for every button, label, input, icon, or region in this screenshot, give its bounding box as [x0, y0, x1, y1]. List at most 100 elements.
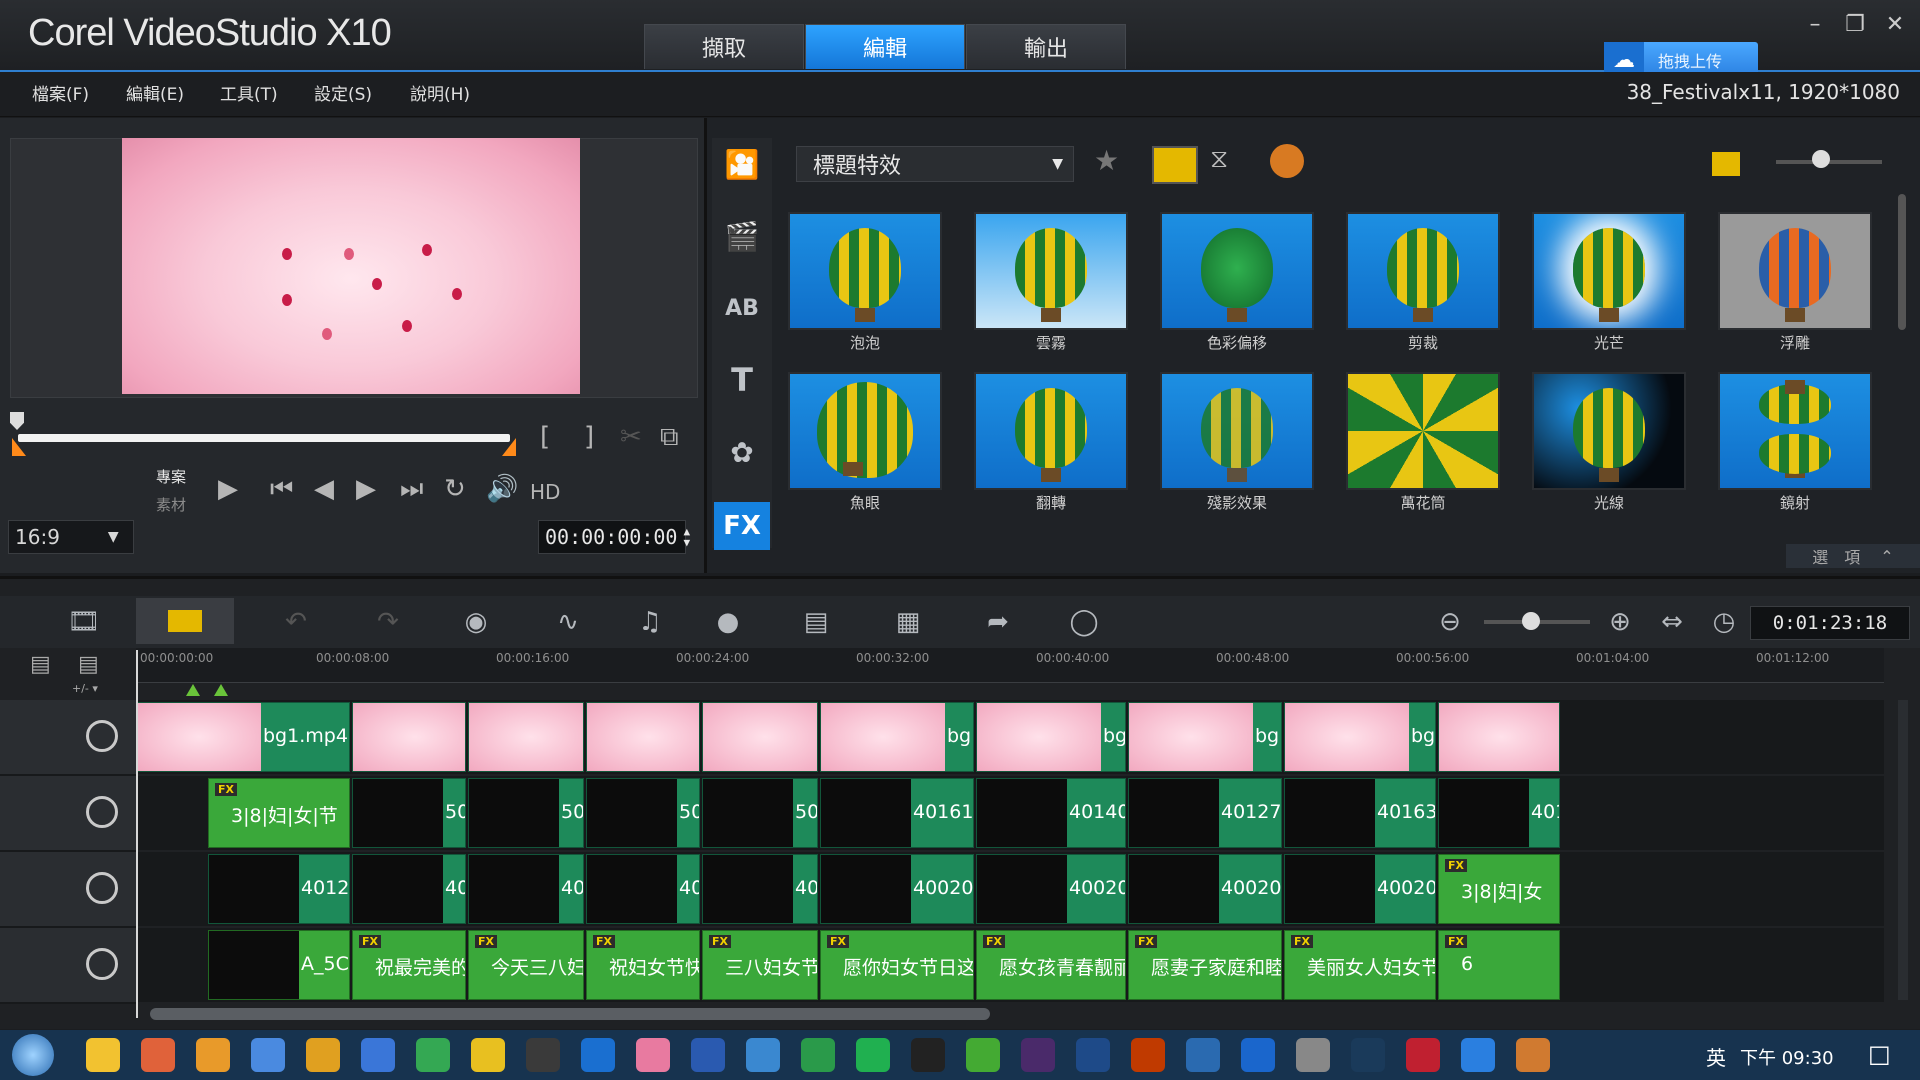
tab-share[interactable]: 輸出 [966, 24, 1126, 69]
taskbar-app-icon[interactable] [141, 1038, 175, 1072]
timeline-clip[interactable]: 501 [468, 778, 584, 848]
taskbar-app-icon[interactable] [196, 1038, 230, 1072]
taskbar-app-icon[interactable] [1186, 1038, 1220, 1072]
timeline-clip[interactable]: FX 愿女孩青春靓丽 [976, 930, 1126, 1000]
taskbar-app-icon[interactable] [526, 1038, 560, 1072]
track-header-overlay-2[interactable] [0, 852, 136, 928]
timeline-h-scrollbar[interactable] [150, 1008, 990, 1020]
taskbar-app-icon[interactable] [1516, 1038, 1550, 1072]
timeline-clip[interactable]: 401615~ [820, 778, 974, 848]
taskbar-app-icon[interactable] [966, 1038, 1000, 1072]
graphics-icon[interactable]: ✿ [716, 426, 768, 478]
close-icon[interactable]: ✕ [1880, 10, 1910, 40]
minimize-icon[interactable]: – [1800, 10, 1830, 40]
taskbar-app-icon[interactable] [1241, 1038, 1275, 1072]
taskbar-app-icon[interactable] [581, 1038, 615, 1072]
track-header-overlay-1[interactable] [0, 776, 136, 852]
timeline-clip[interactable]: 401230~1.PN [208, 854, 350, 924]
menu-edit[interactable]: 編輯(E) [126, 80, 184, 105]
track-manager-icon[interactable]: ▤ [30, 652, 51, 677]
timeline-clip[interactable]: b [702, 702, 818, 772]
timeline-clip[interactable]: 40 [586, 854, 700, 924]
thumb-size-slider-knob[interactable] [1812, 150, 1830, 168]
taskbar-app-icon[interactable] [1406, 1038, 1440, 1072]
time-remapping-icon[interactable]: ➦ [978, 604, 1018, 640]
effect-thumb[interactable] [1346, 212, 1500, 330]
get-more-icon[interactable] [1270, 144, 1304, 178]
instant-project-icon[interactable]: 🎬 [716, 210, 768, 262]
chapter-icon[interactable]: ▤ [78, 652, 99, 677]
taskbar-app-icon[interactable] [306, 1038, 340, 1072]
effect-thumb[interactable] [974, 212, 1128, 330]
effect-thumb[interactable] [1532, 372, 1686, 490]
next-frame-icon[interactable]: ▶ [356, 474, 376, 504]
timeline-clip[interactable]: 401637~1.PN [1284, 778, 1436, 848]
effect-thumb[interactable] [1718, 372, 1872, 490]
taskbar-app-icon[interactable] [416, 1038, 450, 1072]
timeline-clip[interactable]: 40 [352, 854, 466, 924]
aspect-ratio-select[interactable]: 16:9 ▼ [8, 520, 134, 554]
mark-in-button[interactable]: [ [540, 422, 550, 452]
timecode-display[interactable]: 00:00:00:00 ▲ ▼ [538, 520, 690, 554]
timeline-clip[interactable]: 501 [702, 778, 818, 848]
options-button[interactable]: 選 項 ⌃ [1786, 544, 1920, 568]
timeline-clip[interactable]: 40 [468, 854, 584, 924]
undo-icon[interactable]: ↶ [276, 604, 316, 640]
zoom-out-icon[interactable]: ⊖ [1430, 604, 1470, 640]
timeline-clip[interactable]: FX 6 [1438, 930, 1560, 1000]
ime-indicator[interactable]: 英 [1706, 1042, 1726, 1071]
timeline-clip[interactable]: 400204 [976, 854, 1126, 924]
taskbar-app-icon[interactable] [856, 1038, 890, 1072]
title-icon[interactable]: T [716, 354, 768, 406]
video-filter-icon[interactable] [1152, 146, 1198, 184]
taskbar-app-icon[interactable] [1021, 1038, 1055, 1072]
timeline-clip[interactable]: FX 祝妇女节快 [586, 930, 700, 1000]
effect-thumb[interactable] [788, 372, 942, 490]
menu-settings[interactable]: 設定(S) [314, 80, 372, 105]
prev-frame-icon[interactable]: ◀ [314, 474, 334, 504]
timeline-clip[interactable]: bg1.m [820, 702, 974, 772]
timeline-clip[interactable]: bg1.mp4 [136, 702, 350, 772]
play-icon[interactable]: ▶ [218, 474, 238, 504]
repeat-icon[interactable]: ↻ [444, 474, 466, 504]
multi-camera-icon[interactable]: ▦ [888, 604, 928, 640]
timeline-clip[interactable]: FX 3|8|妇|女|节 [208, 778, 350, 848]
tab-edit[interactable]: 編輯 [805, 24, 965, 69]
timeline-clip[interactable]: 400204 [1128, 854, 1282, 924]
mode-clip[interactable]: 素材 [156, 494, 186, 515]
timeline-clip[interactable]: FX 愿你妇女节日这 [820, 930, 974, 1000]
timeline-clip[interactable]: FX 愿妻子家庭和睦 [1128, 930, 1282, 1000]
taskbar-app-icon[interactable] [1461, 1038, 1495, 1072]
timeline-clip[interactable]: FX 今天三八妇 [468, 930, 584, 1000]
taskbar-app-icon[interactable] [911, 1038, 945, 1072]
subtitle-editor-icon[interactable]: ▤ [796, 604, 836, 640]
filter-tab[interactable]: FX [714, 502, 770, 550]
taskbar-app-icon[interactable] [801, 1038, 835, 1072]
taskbar-app-icon[interactable] [1351, 1038, 1385, 1072]
preview-image[interactable] [122, 138, 580, 394]
restore-icon[interactable]: ❐ [1840, 10, 1870, 40]
timeline-clip[interactable]: bg1.m [1128, 702, 1282, 772]
taskbar-app-icon[interactable] [1296, 1038, 1330, 1072]
mark-out-button[interactable]: ] [584, 422, 594, 452]
system-clock[interactable]: 下午 09:30 [1740, 1044, 1834, 1070]
timeline-clip[interactable]: A_5CEB4A [208, 930, 350, 1000]
effect-thumb[interactable] [1346, 372, 1500, 490]
library-scrollbar[interactable] [1898, 194, 1906, 330]
taskbar-app-icon[interactable] [471, 1038, 505, 1072]
taskbar-app-icon[interactable] [691, 1038, 725, 1072]
taskbar-app-icon[interactable] [746, 1038, 780, 1072]
media-icon[interactable]: 🎦 [716, 138, 768, 190]
effect-thumb[interactable] [788, 212, 942, 330]
sound-mixer-icon[interactable]: ∿ [548, 604, 588, 640]
taskbar-app-icon[interactable] [1076, 1038, 1110, 1072]
volume-icon[interactable]: 🔊 [486, 474, 518, 504]
mode-project[interactable]: 專案 [156, 466, 186, 487]
timeline-clip[interactable]: b [468, 702, 584, 772]
timeline-clip[interactable]: FX 三八妇女节 [702, 930, 818, 1000]
zoom-slider-knob[interactable] [1522, 612, 1540, 630]
home-icon[interactable]: ⏮ [270, 474, 293, 505]
tab-capture[interactable]: 擷取 [644, 24, 804, 69]
menu-help[interactable]: 說明(H) [410, 80, 470, 105]
timecode-stepper-icon[interactable]: ▲ ▼ [683, 526, 690, 548]
